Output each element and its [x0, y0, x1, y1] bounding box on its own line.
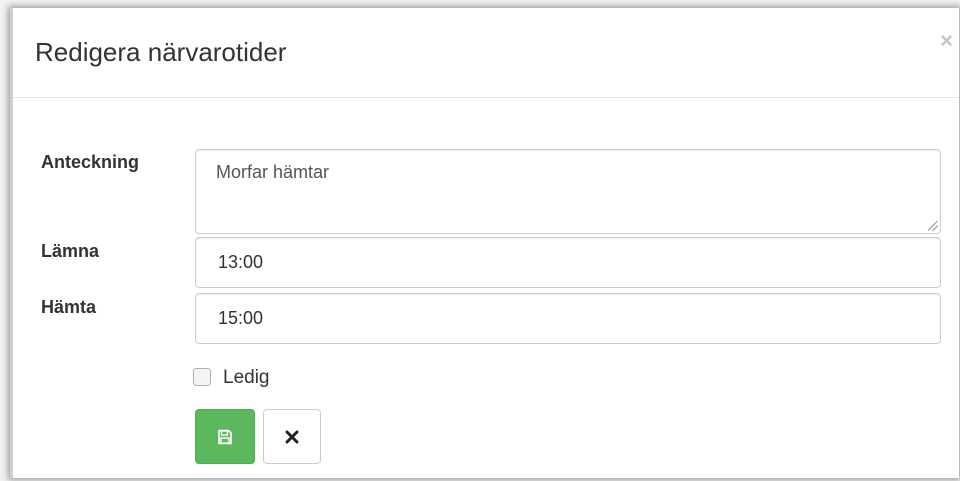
pick-up-input[interactable]: 15:00 [195, 293, 941, 344]
resize-grip[interactable] [928, 221, 938, 231]
save-button[interactable] [195, 409, 255, 464]
off-checkbox-label[interactable]: Ledig [223, 367, 270, 389]
floppy-disk-icon [218, 429, 232, 444]
note-label: Anteckning [41, 152, 140, 172]
edit-attendance-dialog: Redigera närvarotider × Anteckning Morfa… [10, 8, 959, 478]
note-value: Morfar hämtar [216, 162, 330, 182]
dialog-title: Redigera närvarotider [35, 37, 287, 67]
pick-up-label: Hämta [41, 297, 97, 317]
dialog-header: Redigera närvarotider × [13, 8, 959, 98]
cancel-button[interactable] [263, 409, 321, 464]
drop-off-label: Lämna [41, 241, 100, 261]
note-textarea[interactable]: Morfar hämtar [195, 149, 941, 234]
close-button[interactable]: × [940, 30, 953, 52]
drop-off-input[interactable]: 13:00 [195, 237, 941, 288]
off-checkbox[interactable] [193, 368, 211, 386]
close-icon [285, 430, 299, 443]
